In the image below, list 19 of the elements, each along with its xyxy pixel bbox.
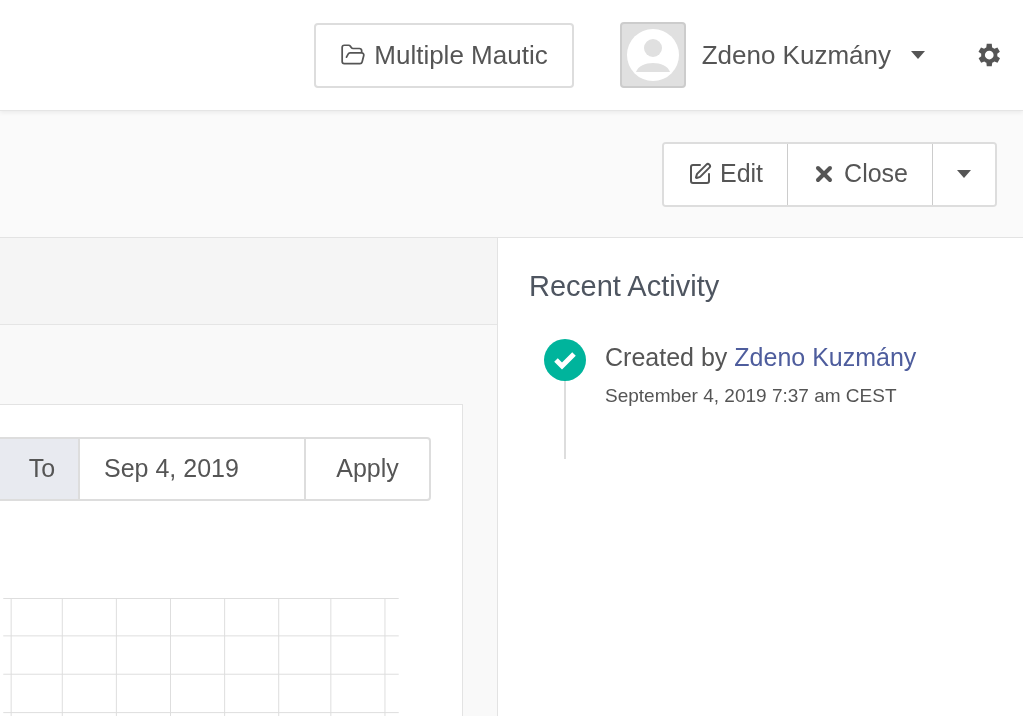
activity-text: Created by [605,341,728,373]
to-label: To [0,437,78,501]
apply-button[interactable]: Apply [306,437,431,501]
edit-button[interactable]: Edit [664,143,789,205]
check-circle-icon [544,338,586,381]
activity-time: September 4, 2019 7:37 am CEST [605,384,898,408]
caret-icon [957,170,971,178]
user-menu[interactable]: Zdeno Kuzmány [701,35,925,75]
avatar-silhouette-icon [625,28,680,82]
dropdown-button[interactable] [933,143,995,205]
edit-icon [688,162,712,186]
user-avatar[interactable] [619,22,686,88]
user-link[interactable]: Zdeno Kuzmány [734,338,917,376]
workspace-button[interactable]: Multiple Mautic [314,22,574,88]
close-button[interactable]: Close [788,143,933,205]
to-date-field[interactable]: Sep 4, 2019 [78,437,306,501]
caret-icon [911,51,925,59]
folder-icon [340,42,367,68]
recent-activity-title: Recent Activity [529,269,721,304]
